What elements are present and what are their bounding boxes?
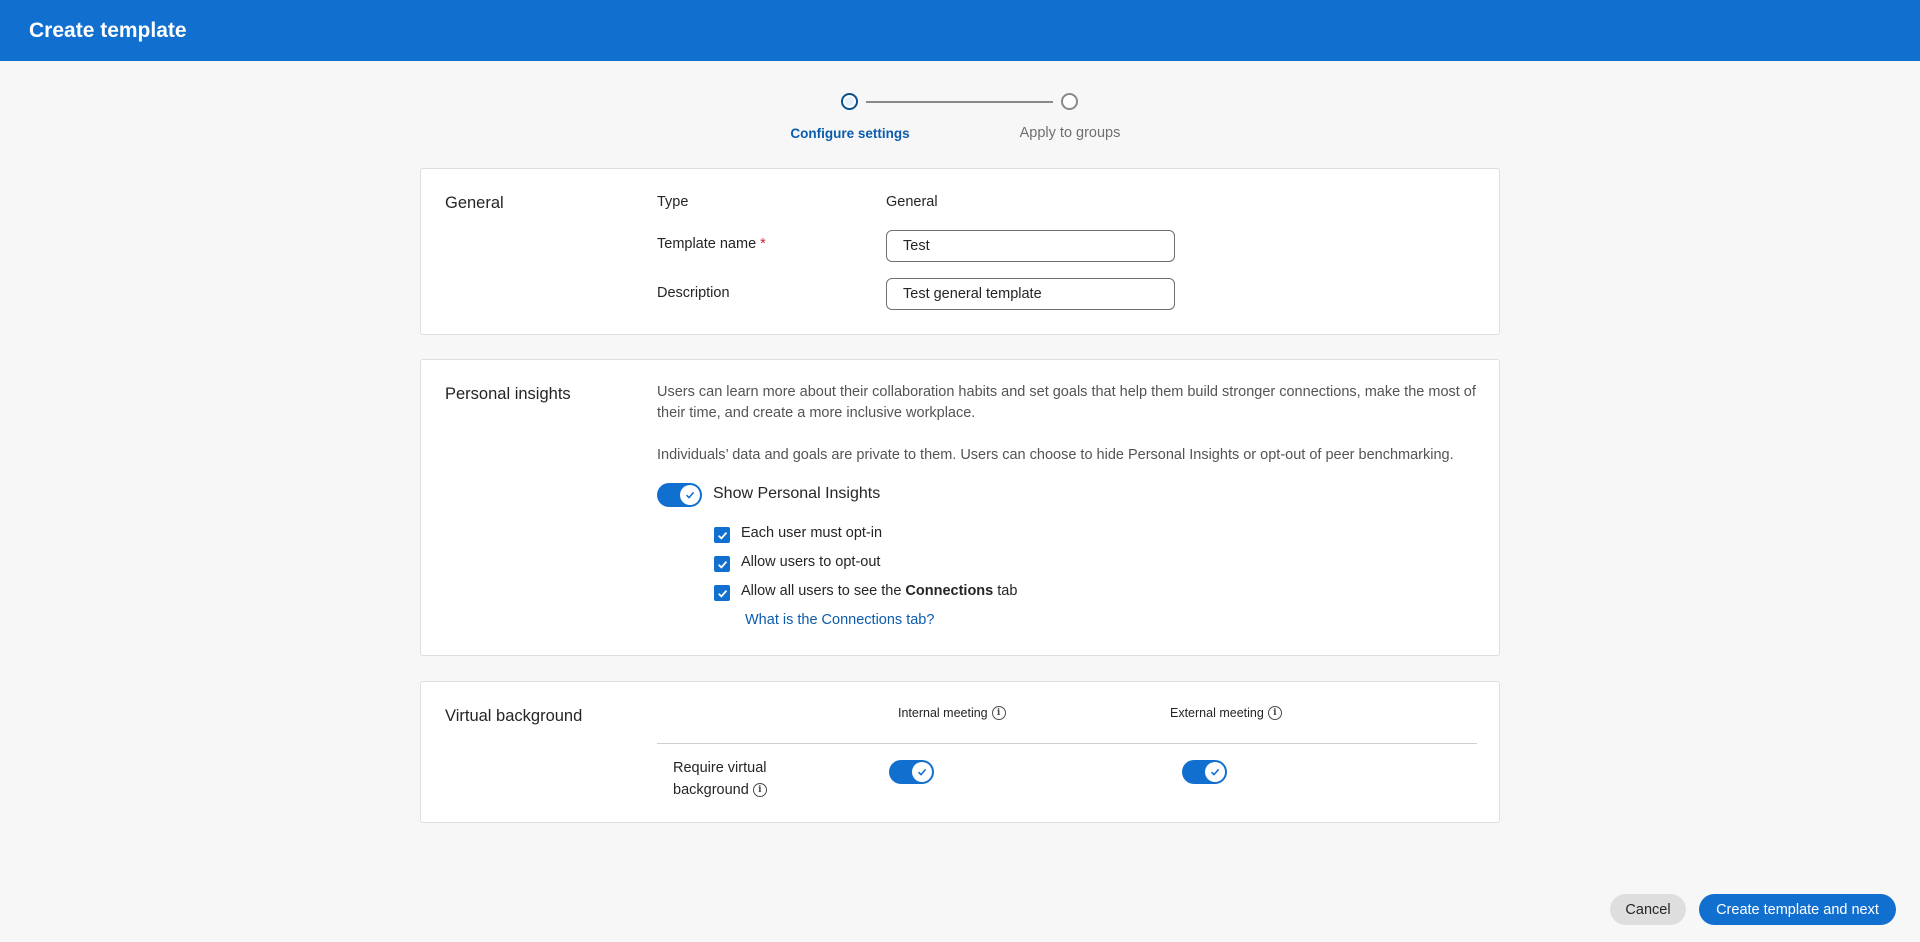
type-label: Type	[657, 194, 689, 210]
check-icon	[1210, 768, 1220, 776]
description-input[interactable]	[886, 278, 1175, 310]
header-bar: Create template	[0, 0, 1920, 61]
connections-tab-label-bold: Connections	[905, 583, 994, 599]
opt-out-label: Allow users to opt-out	[741, 554, 881, 570]
table-divider	[657, 743, 1477, 744]
step-apply-to-groups-indicator	[1061, 93, 1078, 110]
toggle-knob	[680, 485, 700, 505]
require-virtual-background-label: Require virtual background i	[673, 757, 767, 801]
show-personal-insights-label: Show Personal Insights	[713, 485, 881, 502]
page-title: Create template	[29, 18, 187, 42]
personal-insights-description: Users can learn more about their collabo…	[657, 384, 1476, 421]
step-apply-to-groups-label: Apply to groups	[1019, 125, 1121, 141]
personal-insights-section: Personal insights Users can learn more a…	[420, 359, 1500, 656]
info-icon[interactable]: i	[1267, 706, 1282, 720]
require-virtual-background-line2: background	[673, 782, 749, 798]
require-virtual-background-line2-row: background i	[673, 779, 767, 801]
cancel-button[interactable]: Cancel	[1610, 894, 1686, 925]
type-value: General	[886, 194, 938, 210]
step-configure-settings-label: Configure settings	[790, 126, 910, 141]
check-icon	[717, 589, 727, 598]
stepper-connector	[866, 101, 1053, 103]
internal-meeting-header-text: Internal meeting	[898, 706, 988, 720]
check-icon	[717, 531, 727, 540]
template-name-input[interactable]	[886, 230, 1175, 262]
description-label: Description	[657, 285, 730, 301]
virtual-background-section-title: Virtual background	[445, 707, 583, 725]
toggle-knob	[1205, 762, 1225, 782]
require-virtual-background-line1: Require virtual	[673, 760, 767, 776]
external-meeting-header: External meeting i	[1170, 706, 1282, 720]
external-meeting-toggle[interactable]	[1182, 760, 1227, 784]
connections-tab-checkbox[interactable]	[714, 585, 730, 601]
general-section-title: General	[445, 194, 504, 212]
personal-insights-privacy-note: Individuals’ data and goals are private …	[657, 447, 1454, 463]
opt-out-checkbox[interactable]	[714, 556, 730, 572]
progress-stepper: Configure settings Apply to groups	[0, 91, 1920, 151]
required-indicator: *	[760, 236, 766, 252]
template-name-label-text: Template name	[657, 236, 757, 252]
template-name-label: Template name *	[657, 236, 766, 252]
connections-tab-label-prefix: Allow all users to see the	[741, 583, 906, 599]
show-personal-insights-toggle[interactable]	[657, 483, 702, 507]
info-icon[interactable]: i	[991, 706, 1006, 720]
opt-in-label: Each user must opt-in	[741, 525, 883, 541]
internal-meeting-toggle[interactable]	[889, 760, 934, 784]
connections-tab-label: Allow all users to see the Connections t…	[741, 583, 1017, 599]
toggle-knob	[912, 762, 932, 782]
connections-tab-help-link[interactable]: What is the Connections tab?	[745, 612, 934, 628]
check-icon	[685, 491, 695, 499]
personal-insights-section-title: Personal insights	[445, 385, 571, 403]
info-icon[interactable]: i	[752, 783, 767, 797]
external-meeting-header-text: External meeting	[1170, 706, 1264, 720]
opt-in-checkbox[interactable]	[714, 527, 730, 543]
check-icon	[717, 560, 727, 569]
step-configure-settings-indicator	[841, 93, 858, 110]
general-section: General Type General Template name * Des…	[420, 168, 1500, 335]
connections-tab-label-suffix: tab	[993, 583, 1018, 599]
create-template-and-next-button[interactable]: Create template and next	[1699, 894, 1896, 925]
check-icon	[917, 768, 927, 776]
internal-meeting-header: Internal meeting i	[898, 706, 1006, 720]
virtual-background-section: Virtual background Internal meeting i Ex…	[420, 681, 1500, 823]
